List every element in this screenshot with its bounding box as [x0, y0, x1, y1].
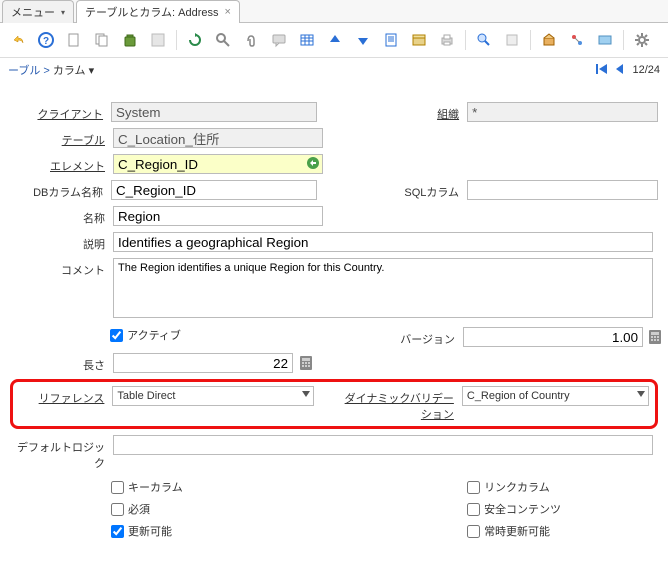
desc-field[interactable]: [113, 232, 653, 252]
chevron-down-icon[interactable]: ▾: [86, 65, 95, 77]
name-field[interactable]: [113, 206, 323, 226]
label-length: 長さ: [10, 353, 113, 373]
dynval-combo[interactable]: C_Region of Country: [462, 386, 649, 406]
label-required: 必須: [128, 501, 150, 517]
tab-active-label: テーブルとカラム: Address: [85, 4, 218, 20]
org-field: [467, 102, 658, 122]
tab-menu-label: メニュー: [11, 4, 55, 20]
separator: [465, 30, 466, 50]
attachment-icon[interactable]: [239, 28, 263, 52]
dynval-value: C_Region of Country: [467, 390, 570, 402]
element-field[interactable]: [113, 154, 323, 174]
label-dynval: ダイナミックバリデーション: [334, 386, 462, 422]
label-element: エレメント: [10, 154, 113, 174]
chevron-down-icon: [302, 391, 310, 397]
tab-bar: メニュー ▾ テーブルとカラム: Address ×: [0, 0, 668, 23]
sub-bar: ーブル > カラム ▾ 12/24: [0, 58, 668, 82]
chevron-down-icon: [637, 391, 645, 397]
help-icon[interactable]: ?: [34, 28, 58, 52]
reference-combo[interactable]: Table Direct: [112, 386, 314, 406]
label-dbcol: DBカラム名称: [10, 180, 111, 200]
delete-icon[interactable]: [118, 28, 142, 52]
undo-icon[interactable]: [6, 28, 30, 52]
pager-position: 12/24: [632, 64, 660, 76]
required-checkbox[interactable]: [111, 503, 124, 516]
refresh-icon[interactable]: [183, 28, 207, 52]
comment-field[interactable]: The Region identifies a unique Region fo…: [113, 258, 653, 318]
updatable-checkbox[interactable]: [111, 525, 124, 538]
crumb-table[interactable]: ーブル: [8, 65, 40, 77]
reference-value: Table Direct: [117, 390, 175, 402]
label-org: 組織: [337, 102, 467, 122]
label-seccontent: 安全コンテンツ: [484, 501, 561, 517]
tab-table-column[interactable]: テーブルとカラム: Address ×: [76, 0, 240, 23]
svg-text:?: ?: [43, 36, 49, 47]
form-panel: クライアント 組織 テーブル エレメント DBカラム名称 SQLカラム 名称 説…: [0, 82, 668, 539]
label-alwaysupd: 常時更新可能: [484, 523, 550, 539]
grid-icon[interactable]: [295, 28, 319, 52]
sqlcol-field[interactable]: [467, 180, 658, 200]
separator: [530, 30, 531, 50]
workflow-icon[interactable]: [565, 28, 589, 52]
requery-icon[interactable]: [306, 156, 320, 173]
calculator-icon[interactable]: [647, 328, 663, 346]
label-deflogic: デフォルトロジック: [10, 435, 113, 471]
label-table: テーブル: [10, 128, 113, 148]
label-reference: リファレンス: [19, 386, 112, 406]
toolbar: ?: [0, 23, 668, 58]
label-comment: コメント: [10, 258, 113, 278]
label-active: アクティブ: [127, 327, 181, 343]
alwaysupd-checkbox[interactable]: [467, 525, 480, 538]
search-icon[interactable]: [211, 28, 235, 52]
prev-record-icon[interactable]: [614, 63, 626, 78]
chat-icon[interactable]: [267, 28, 291, 52]
gear-icon[interactable]: [630, 28, 654, 52]
seccontent-checkbox[interactable]: [467, 503, 480, 516]
active-checkbox[interactable]: [110, 329, 123, 342]
report-icon[interactable]: [379, 28, 403, 52]
label-name: 名称: [10, 206, 113, 226]
table-field: [113, 128, 323, 148]
dbcol-field[interactable]: [111, 180, 317, 200]
linkcol-checkbox[interactable]: [467, 481, 480, 494]
request-icon[interactable]: [593, 28, 617, 52]
separator: [176, 30, 177, 50]
calculator-icon[interactable]: [297, 354, 315, 372]
label-sqlcol: SQLカラム: [337, 180, 467, 200]
crumb-sep: >: [40, 65, 53, 77]
process-icon[interactable]: [500, 28, 524, 52]
keycol-checkbox[interactable]: [111, 481, 124, 494]
close-icon[interactable]: ×: [225, 6, 231, 18]
crumb-column[interactable]: カラム: [53, 65, 86, 77]
deflogic-field[interactable]: [113, 435, 653, 455]
version-field[interactable]: [463, 327, 643, 347]
label-keycol: キーカラム: [128, 479, 183, 495]
separator: [623, 30, 624, 50]
label-updatable: 更新可能: [128, 523, 172, 539]
save-icon[interactable]: [146, 28, 170, 52]
label-desc: 説明: [10, 232, 113, 252]
highlight-box: リファレンス Table Direct ダイナミックバリデーション C_Regi…: [10, 379, 658, 429]
detail-down-icon[interactable]: [351, 28, 375, 52]
parent-up-icon[interactable]: [323, 28, 347, 52]
print-icon[interactable]: [435, 28, 459, 52]
copy-icon[interactable]: [90, 28, 114, 52]
new-icon[interactable]: [62, 28, 86, 52]
length-field[interactable]: [113, 353, 293, 373]
product-icon[interactable]: [537, 28, 561, 52]
label-client: クライアント: [10, 102, 111, 122]
chevron-down-icon: ▾: [61, 8, 65, 17]
tab-menu[interactable]: メニュー ▾: [2, 0, 74, 23]
breadcrumb: ーブル > カラム ▾: [8, 62, 94, 78]
archive-icon[interactable]: [407, 28, 431, 52]
first-record-icon[interactable]: [596, 63, 608, 78]
zoom-icon[interactable]: [472, 28, 496, 52]
record-pager: 12/24: [596, 63, 660, 78]
label-version: バージョン: [334, 327, 463, 347]
client-field: [111, 102, 317, 122]
label-linkcol: リンクカラム: [484, 479, 550, 495]
